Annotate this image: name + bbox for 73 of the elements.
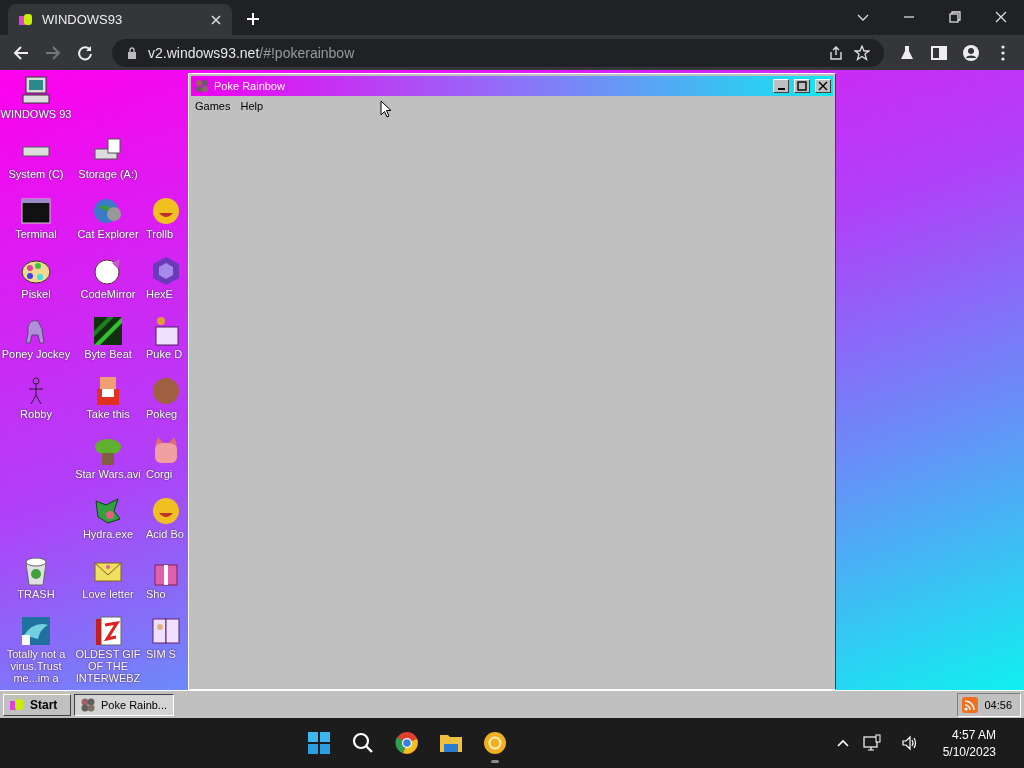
tile-icon[interactable] bbox=[92, 315, 124, 347]
icon-label: Pokeg bbox=[146, 408, 178, 420]
profile-icon[interactable] bbox=[962, 43, 980, 62]
app-icon bbox=[195, 79, 209, 93]
icon-label: Terminal bbox=[15, 228, 57, 240]
icon-label: HexE bbox=[146, 288, 173, 300]
minimize-icon bbox=[777, 88, 785, 90]
maximize-icon bbox=[797, 81, 807, 91]
book-icon[interactable] bbox=[150, 615, 182, 647]
icon-label: Piskel bbox=[21, 288, 51, 300]
share-icon[interactable] bbox=[828, 44, 844, 61]
icon-label: Byte Beat bbox=[84, 348, 132, 360]
icon-label: Cat Explorer bbox=[77, 228, 139, 240]
icon-label: Totally not a virus.Trust me...im a bbox=[5, 648, 67, 684]
forward-icon[interactable] bbox=[44, 43, 62, 62]
url-text: v2.windows93.net/#!pokerainbow bbox=[148, 44, 355, 61]
menu-item[interactable]: Games bbox=[195, 100, 231, 112]
icon-label: WINDOWS 93 bbox=[0, 108, 72, 120]
back-icon[interactable] bbox=[12, 43, 30, 62]
app-icon bbox=[80, 696, 96, 713]
icon-label: Corgi bbox=[146, 468, 173, 480]
time: 4:57 AM bbox=[952, 727, 996, 742]
icon-label: Love letter bbox=[82, 588, 134, 600]
icon-label: Trollb bbox=[146, 228, 174, 240]
browser-tab[interactable]: WINDOWS93 bbox=[8, 4, 232, 35]
restore-icon[interactable] bbox=[948, 10, 962, 24]
icon-label: Take this bbox=[86, 408, 130, 420]
address-bar[interactable]: v2.windows93.net/#!pokerainbow bbox=[112, 38, 884, 67]
icon-label: Acid Bo bbox=[146, 528, 184, 540]
smiley-icon[interactable] bbox=[150, 195, 182, 227]
close-icon[interactable] bbox=[994, 10, 1008, 24]
icon-label: OLDEST GIF OF THE INTERWEBZ bbox=[74, 648, 142, 684]
computer-icon[interactable] bbox=[20, 75, 52, 107]
browser-icon[interactable] bbox=[483, 731, 508, 755]
icon-label: CodeMirror bbox=[80, 288, 136, 300]
sidebar-icon[interactable] bbox=[930, 43, 948, 62]
lock-icon bbox=[126, 46, 138, 59]
icon-label: Sho bbox=[146, 588, 166, 600]
tab-title: WINDOWS93 bbox=[42, 12, 124, 27]
clock: 04:56 bbox=[984, 698, 1012, 711]
cube-icon[interactable] bbox=[150, 255, 182, 287]
icon-label: Star Wars.avi bbox=[75, 468, 141, 480]
pointer-icon bbox=[380, 100, 392, 118]
icon-label: Robby bbox=[20, 408, 52, 420]
icon-label: TRASH bbox=[17, 588, 55, 600]
maximize-button[interactable] bbox=[794, 79, 810, 93]
icon-label: Puke D bbox=[146, 348, 183, 360]
dolphin-icon[interactable] bbox=[20, 615, 52, 647]
date: 5/10/2023 bbox=[942, 744, 996, 759]
icon-label: Poney Jockey bbox=[1, 348, 71, 360]
rss-icon[interactable] bbox=[962, 696, 979, 713]
start-button[interactable]: Start bbox=[3, 693, 71, 716]
window-title: Poke Rainbow bbox=[214, 80, 285, 92]
smiley-icon[interactable] bbox=[150, 495, 182, 527]
close-icon[interactable] bbox=[210, 13, 222, 26]
terminal-icon[interactable] bbox=[20, 195, 52, 227]
close-icon bbox=[818, 81, 828, 91]
close-button[interactable] bbox=[815, 79, 831, 93]
icon-label: SIM S bbox=[146, 648, 176, 660]
menu-item[interactable]: Help bbox=[240, 100, 264, 112]
new-tab-icon[interactable] bbox=[246, 12, 260, 26]
reload-icon[interactable] bbox=[76, 43, 94, 62]
minimize-button[interactable] bbox=[773, 79, 789, 93]
icon-label: Hydra.exe bbox=[82, 528, 134, 540]
windows-start-icon[interactable] bbox=[307, 731, 332, 755]
flask-icon[interactable] bbox=[898, 43, 916, 62]
icon-label: System (C) bbox=[8, 168, 64, 180]
icon-label: Storage (A:) bbox=[78, 168, 138, 180]
star-icon[interactable] bbox=[854, 44, 870, 61]
chrome-icon[interactable] bbox=[395, 731, 420, 755]
volume-icon[interactable] bbox=[900, 734, 919, 752]
network-icon[interactable] bbox=[862, 734, 881, 752]
taskbar-button[interactable]: Poke Rainb... bbox=[74, 693, 174, 716]
